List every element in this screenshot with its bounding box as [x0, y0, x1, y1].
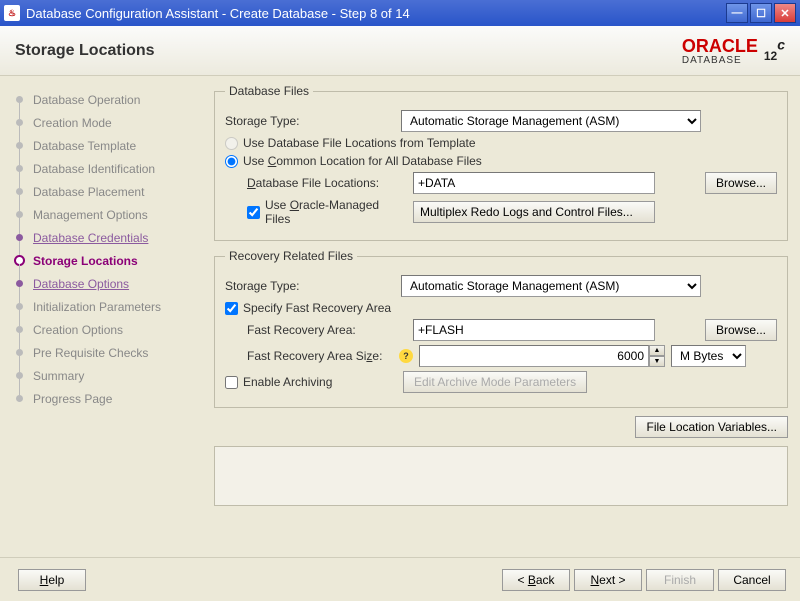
help-button[interactable]: Help: [18, 569, 86, 591]
sidebar-item-creation-options: Creation Options: [8, 318, 202, 341]
fra-size-down[interactable]: ▼: [649, 356, 665, 367]
fra-size-up[interactable]: ▲: [649, 345, 665, 356]
oracle-logo: ORACLE DATABASE 12c: [682, 35, 785, 67]
next-button[interactable]: Next >: [574, 569, 642, 591]
finish-button: Finish: [646, 569, 714, 591]
sidebar-item-label: Database Identification: [33, 162, 155, 176]
close-button[interactable]: ✕: [774, 3, 796, 23]
sidebar-item-label: Progress Page: [33, 392, 112, 406]
fra-browse-button[interactable]: Browse...: [705, 319, 777, 341]
sidebar-item-creation-mode: Creation Mode: [8, 111, 202, 134]
page-title: Storage Locations: [15, 42, 682, 60]
enable-archiving-label[interactable]: Enable Archiving: [243, 375, 398, 389]
log-area: [214, 446, 788, 506]
radio-common[interactable]: [225, 155, 238, 168]
rec-storage-type-select[interactable]: Automatic Storage Management (ASM): [401, 275, 701, 297]
df-storage-type-label: Storage Type:: [225, 114, 395, 128]
sidebar-item-label: Database Credentials: [33, 231, 148, 245]
df-location-label: Database File Locations:: [247, 176, 407, 190]
sidebar-item-management-options: Management Options: [8, 203, 202, 226]
fra-size-input[interactable]: [419, 345, 649, 367]
radio-common-label[interactable]: Use Common Location for All Database Fil…: [243, 154, 482, 168]
recovery-legend: Recovery Related Files: [225, 249, 357, 263]
database-files-legend: Database Files: [225, 84, 313, 98]
sidebar-item-label: Pre Requisite Checks: [33, 346, 148, 360]
sidebar-item-label: Database Options: [33, 277, 129, 291]
sidebar-item-label: Database Operation: [33, 93, 140, 107]
df-storage-type-select[interactable]: Automatic Storage Management (ASM): [401, 110, 701, 132]
brand-version: 12c: [764, 35, 785, 67]
recovery-group: Recovery Related Files Storage Type: Aut…: [214, 249, 788, 408]
rec-storage-type-label: Storage Type:: [225, 279, 395, 293]
minimize-button[interactable]: —: [726, 3, 748, 23]
cancel-button[interactable]: Cancel: [718, 569, 786, 591]
sidebar-item-label: Creation Options: [33, 323, 123, 337]
fra-size-unit-select[interactable]: M Bytes: [671, 345, 746, 367]
page-header: Storage Locations ORACLE DATABASE 12c: [0, 26, 800, 76]
titlebar: ♨ Database Configuration Assistant - Cre…: [0, 0, 800, 26]
sidebar-item-storage-locations[interactable]: Storage Locations: [8, 249, 202, 272]
sidebar-item-label: Summary: [33, 369, 84, 383]
enable-archiving-checkbox[interactable]: [225, 376, 238, 389]
main-content: Database Files Storage Type: Automatic S…: [210, 76, 800, 557]
omf-checkbox[interactable]: [247, 206, 260, 219]
maximize-button[interactable]: ☐: [750, 3, 772, 23]
sidebar-item-database-template: Database Template: [8, 134, 202, 157]
footer: Help < Back Next > Finish Cancel: [0, 557, 800, 601]
fra-size-label: Fast Recovery Area Size:: [247, 349, 393, 363]
window-title: Database Configuration Assistant - Creat…: [26, 6, 724, 21]
database-files-group: Database Files Storage Type: Automatic S…: [214, 84, 788, 241]
edit-archive-button: Edit Archive Mode Parameters: [403, 371, 587, 393]
df-location-input[interactable]: [413, 172, 655, 194]
sidebar-item-pre-requisite-checks: Pre Requisite Checks: [8, 341, 202, 364]
radio-template: [225, 137, 238, 150]
df-browse-button[interactable]: Browse...: [705, 172, 777, 194]
sidebar-item-label: Database Placement: [33, 185, 144, 199]
java-icon: ♨: [4, 5, 20, 21]
multiplex-button[interactable]: Multiplex Redo Logs and Control Files...: [413, 201, 655, 223]
sidebar-item-database-credentials[interactable]: Database Credentials: [8, 226, 202, 249]
file-location-variables-button[interactable]: File Location Variables...: [635, 416, 788, 438]
sidebar-item-label: Initialization Parameters: [33, 300, 161, 314]
sidebar-item-label: Storage Locations: [33, 254, 138, 268]
radio-template-label: Use Database File Locations from Templat…: [243, 136, 476, 150]
brand-name: ORACLE: [682, 36, 758, 57]
sidebar-item-database-operation: Database Operation: [8, 88, 202, 111]
fra-input[interactable]: [413, 319, 655, 341]
sidebar-item-progress-page: Progress Page: [8, 387, 202, 410]
specify-fra-label[interactable]: Specify Fast Recovery Area: [243, 301, 391, 315]
specify-fra-checkbox[interactable]: [225, 302, 238, 315]
sidebar-item-database-options[interactable]: Database Options: [8, 272, 202, 295]
hint-icon[interactable]: ?: [399, 349, 413, 363]
fra-label: Fast Recovery Area:: [247, 323, 407, 337]
sidebar-item-summary: Summary: [8, 364, 202, 387]
sidebar-item-database-placement: Database Placement: [8, 180, 202, 203]
sidebar-item-label: Management Options: [33, 208, 148, 222]
back-button[interactable]: < Back: [502, 569, 570, 591]
sidebar-item-label: Database Template: [33, 139, 136, 153]
sidebar-item-database-identification: Database Identification: [8, 157, 202, 180]
sidebar-item-label: Creation Mode: [33, 116, 112, 130]
omf-label[interactable]: Use Oracle-Managed Files: [265, 198, 407, 226]
sidebar: Database Operation Creation Mode Database …: [0, 76, 210, 557]
sidebar-item-initialization-parameters: Initialization Parameters: [8, 295, 202, 318]
